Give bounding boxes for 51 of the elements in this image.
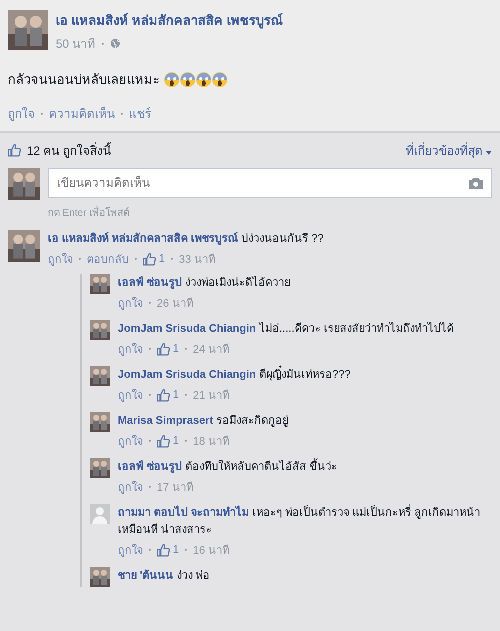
caret-icon [486, 151, 492, 155]
likes-summary[interactable]: 12 คน ถูกใจสิ่งนี้ [27, 141, 112, 160]
comment-action-link[interactable]: ถูกใจ [118, 432, 143, 450]
comment-action-link[interactable]: ถูกใจ [118, 340, 143, 358]
thumbs-up-icon [143, 252, 156, 266]
thumbs-up-icon [8, 144, 21, 157]
comment-text: เอ แหลมสิงห์ หล่มสักคลาสสิค เพชรบูรณ์ บ่ง่วงนอนกันรึ ?? [48, 231, 325, 247]
post-action-link[interactable]: ถูกใจ [8, 104, 35, 123]
comment-time: 33 นาที [179, 252, 216, 268]
author-name[interactable]: เอ แหลมสิงห์ หล่มสักคลาสสิค เพชรบูรณ์ [56, 10, 283, 31]
thumbs-up-icon [157, 544, 170, 556]
thumbs-up-icon [157, 342, 170, 356]
post-action-link[interactable]: แชร์ [129, 104, 151, 123]
comment-time: 17 นาที [157, 480, 194, 496]
screaming-face-icon [180, 72, 196, 88]
comment-field[interactable]: เขียนความคิดเห็น [48, 168, 492, 198]
thumbs-up-icon [157, 434, 170, 448]
comment-time: 21 นาที [193, 388, 230, 404]
comment-action-link[interactable]: ถูกใจ [118, 294, 143, 312]
comment-time: 16 นาที [193, 544, 230, 559]
post-text: กลัวจนนอนบ่หลับเลยแหมะ [8, 71, 160, 89]
comment-action-link[interactable]: ถูกใจ [118, 541, 143, 559]
like-count: 1 [173, 389, 180, 401]
screaming-face-icon [196, 72, 212, 88]
comment-text: เอลฟ์ ซ่อนรูป ต้องทึบให้หลับคาตีนไอ้สัส ขึ้นว่ะ [118, 458, 338, 475]
comment-time: 26 นาที [157, 296, 194, 312]
comment-text: ถามมา ตอบไป จะถามทำไม เหอะๆ พ่อเป็นตำรวจ แม่เป็นกะหรี่ ลูกเกิดมาหน้าเหมือนหี น่าสงสาระ [118, 504, 492, 538]
post-time: 50 นาที [56, 36, 96, 53]
comment-action-link[interactable]: ตอบกลับ [87, 250, 129, 268]
like-count: 1 [173, 544, 180, 556]
screaming-face-icon [164, 72, 180, 88]
post-hint: กด Enter เพื่อโพสต์ [48, 205, 492, 220]
comment-text: JomJam Srisuda Chiangin ไม่อ่.....ดีดวะ เรยสงสัยว่าทำไมถึงทำไปได้ [118, 321, 454, 337]
comment-text: Marisa Simprasert รอมึงสะกิดกูอยู่ [118, 414, 289, 429]
comment-time: 24 นาที [193, 342, 230, 358]
comment-action-link[interactable]: ถูกใจ [118, 478, 143, 496]
avatar-icon [90, 504, 110, 524]
comment-time: 18 นาที [193, 434, 230, 450]
comment-action-link[interactable]: ถูกใจ [48, 250, 73, 268]
post-action-link[interactable]: ความคิดเห็น [49, 104, 115, 123]
screaming-face-icon [212, 72, 228, 88]
comment-action-link[interactable]: ถูกใจ [118, 386, 143, 404]
sort-dropdown[interactable]: ที่เกี่ยวข้องที่สุด [406, 141, 492, 160]
thumbs-up-icon [157, 388, 170, 402]
comment-text: ชาย 'ต้นนน ง่วง พ่อ [118, 568, 210, 584]
comment-text: เอลฟ์ ซ่อนรูป ง่วงพ่อเมิงน่ะดิไอ้ควาย [118, 275, 290, 291]
globe-icon [110, 38, 121, 49]
like-count: 1 [159, 253, 166, 265]
comment-text: JomJam Srisuda Chiangin ตีผุญิ๋งมันเท่หรอ??? [118, 366, 351, 383]
like-count: 1 [173, 435, 180, 447]
like-count: 1 [173, 343, 180, 355]
